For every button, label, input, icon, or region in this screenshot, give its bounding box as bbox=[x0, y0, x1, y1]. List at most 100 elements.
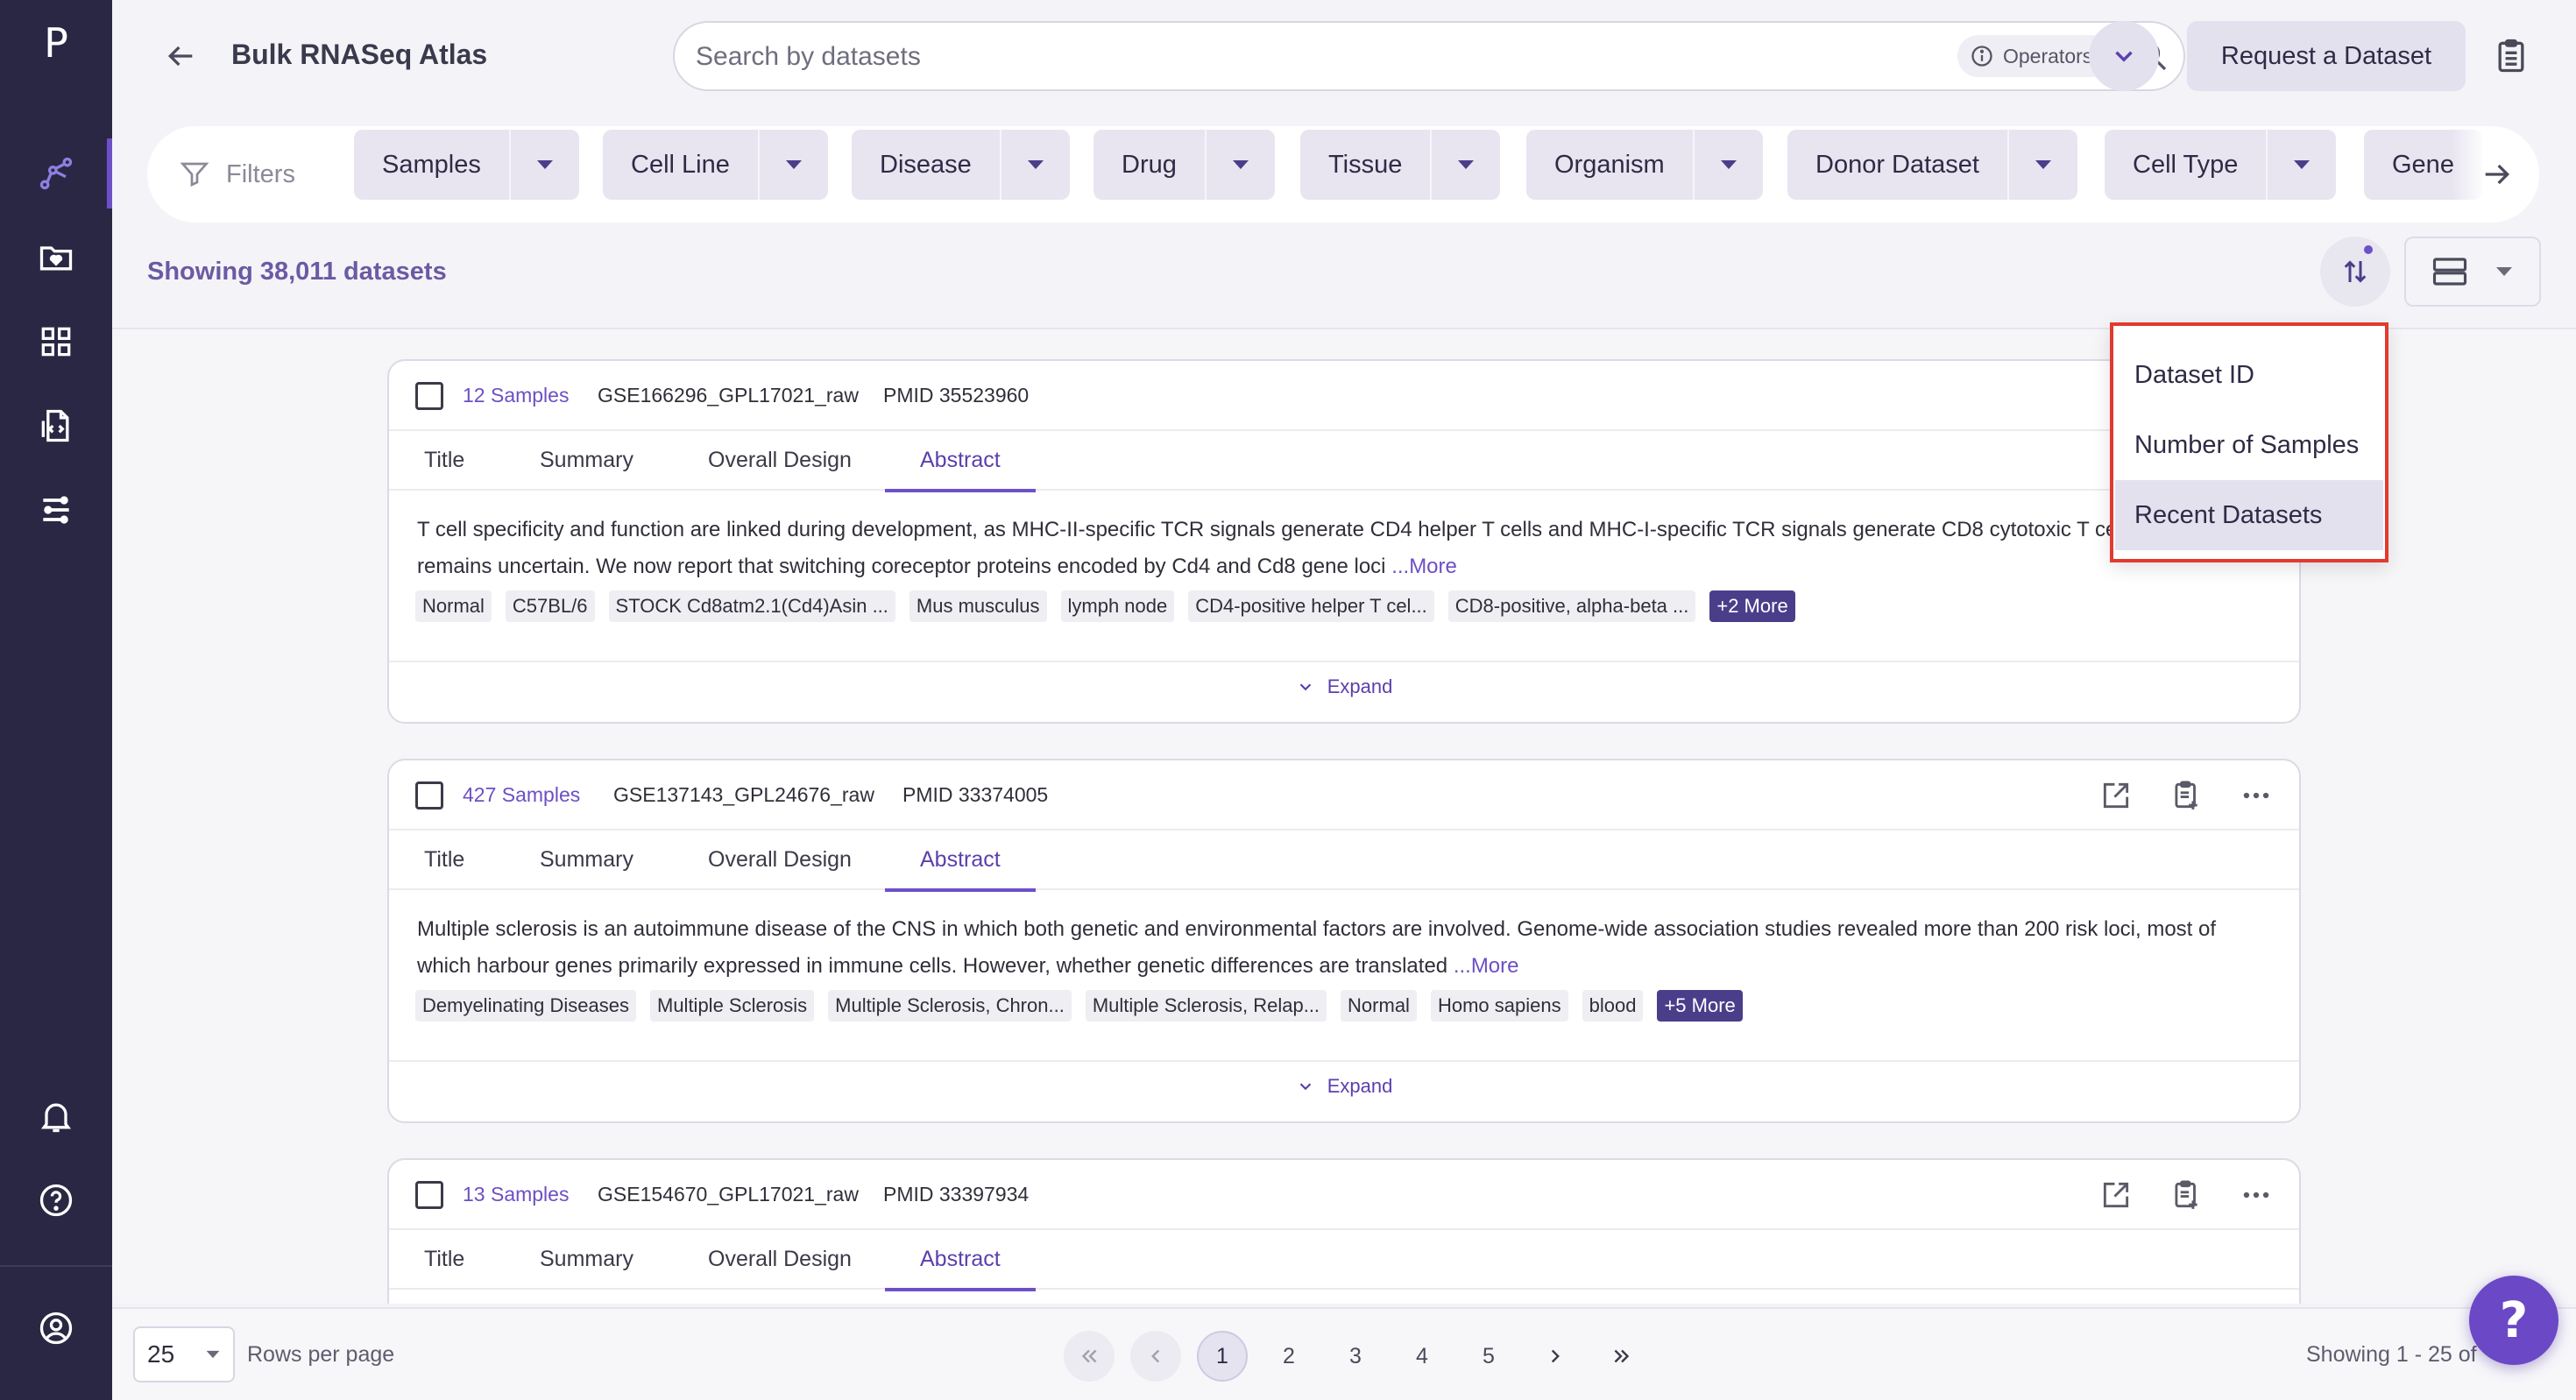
clipboard-add-icon bbox=[2175, 781, 2197, 810]
pmid: PMID 33397934 bbox=[883, 1183, 1030, 1206]
tab-title[interactable]: Title bbox=[424, 831, 464, 890]
tag[interactable]: blood bbox=[1582, 990, 1644, 1022]
tag[interactable]: Multiple Sclerosis, Chron... bbox=[828, 990, 1072, 1022]
showing-range: Showing 1 - 25 of bbox=[2306, 1342, 2477, 1367]
filter-chip-label: Samples bbox=[382, 150, 481, 179]
tab-overall-design[interactable]: Overall Design bbox=[708, 831, 852, 890]
help-floating-button[interactable]: ? bbox=[2469, 1276, 2558, 1365]
page-button-3[interactable]: 3 bbox=[1330, 1331, 1381, 1382]
operators-label: Operators bbox=[2003, 44, 2093, 67]
more-tags-badge[interactable]: +5 More bbox=[1657, 990, 1743, 1022]
open-external-button[interactable] bbox=[2094, 1173, 2138, 1217]
tag[interactable]: Mus musculus bbox=[909, 590, 1047, 622]
sidebar-item-help[interactable] bbox=[0, 1165, 112, 1235]
first-page-button[interactable] bbox=[1064, 1331, 1115, 1382]
clipboard-button[interactable] bbox=[2487, 32, 2536, 81]
tag[interactable]: Normal bbox=[415, 590, 492, 622]
app-logo[interactable]: P bbox=[0, 12, 112, 74]
more-tags-badge[interactable]: +2 More bbox=[1709, 590, 1795, 622]
tag[interactable]: lymph node bbox=[1060, 590, 1175, 622]
sidebar-item-notebooks[interactable] bbox=[0, 391, 112, 461]
tab-title[interactable]: Title bbox=[424, 1230, 464, 1290]
tab-summary[interactable]: Summary bbox=[540, 431, 633, 491]
sort-option-recent-datasets[interactable]: Recent Datasets bbox=[2115, 480, 2383, 550]
caret-down-icon bbox=[2007, 130, 2077, 200]
tag[interactable]: CD4-positive helper T cel... bbox=[1188, 590, 1434, 622]
open-external-button[interactable] bbox=[2094, 774, 2138, 817]
read-more-link[interactable]: ...More bbox=[1454, 954, 1519, 978]
filter-chip-label: Tissue bbox=[1328, 150, 1403, 179]
filters-label[interactable]: Filters bbox=[179, 126, 295, 223]
dataset-checkbox[interactable] bbox=[415, 382, 443, 410]
dataset-card-header: 13 Samples GSE154670_GPL17021_raw PMID 3… bbox=[389, 1160, 2299, 1230]
filter-chip-label: Drug bbox=[1122, 150, 1177, 179]
filter-chip-cell-line[interactable]: Cell Line bbox=[603, 130, 828, 200]
page-button-5[interactable]: 5 bbox=[1463, 1331, 1514, 1382]
back-button[interactable] bbox=[159, 35, 202, 77]
filter-scroll-right-button[interactable] bbox=[2452, 126, 2539, 223]
sidebar-item-apps[interactable] bbox=[0, 307, 112, 377]
expand-button[interactable]: Expand bbox=[389, 1060, 2299, 1111]
tab-abstract[interactable]: Abstract bbox=[885, 431, 1036, 492]
tag[interactable]: Multiple Sclerosis, Relap... bbox=[1085, 990, 1327, 1022]
read-more-link[interactable]: ...More bbox=[1391, 555, 1457, 578]
filter-chip-tissue[interactable]: Tissue bbox=[1300, 130, 1501, 200]
abstract-text: T cell specificity and function are link… bbox=[417, 518, 2268, 578]
tab-summary[interactable]: Summary bbox=[540, 1230, 633, 1290]
page-button-4[interactable]: 4 bbox=[1397, 1331, 1447, 1382]
arrow-right-icon bbox=[2485, 164, 2510, 185]
tag[interactable]: Multiple Sclerosis bbox=[650, 990, 815, 1022]
sidebar-item-atlas[interactable] bbox=[0, 138, 112, 209]
page-button-1[interactable]: 1 bbox=[1197, 1331, 1248, 1382]
view-mode-button[interactable] bbox=[2404, 237, 2541, 307]
sort-button[interactable] bbox=[2320, 237, 2390, 307]
sidebar-item-pipelines[interactable] bbox=[0, 475, 112, 545]
dataset-tags: Demyelinating Diseases Multiple Sclerosi… bbox=[389, 979, 2299, 1060]
tab-summary[interactable]: Summary bbox=[540, 831, 633, 890]
filter-funnel-icon bbox=[180, 162, 209, 187]
filter-chip-disease[interactable]: Disease bbox=[852, 130, 1070, 200]
sort-option-number-of-samples[interactable]: Number of Samples bbox=[2115, 410, 2383, 480]
dataset-tabs: Title Summary Overall Design Abstract bbox=[389, 1230, 2299, 1291]
filter-chip-drug[interactable]: Drug bbox=[1093, 130, 1275, 200]
more-options-button[interactable] bbox=[2234, 774, 2278, 817]
expand-button[interactable]: Expand bbox=[389, 661, 2299, 711]
tab-abstract[interactable]: Abstract bbox=[885, 1230, 1036, 1291]
more-options-button[interactable] bbox=[2234, 1173, 2278, 1217]
dataset-checkbox[interactable] bbox=[415, 781, 443, 810]
tag[interactable]: C57BL/6 bbox=[505, 590, 595, 622]
sort-option-dataset-id[interactable]: Dataset ID bbox=[2115, 340, 2383, 410]
samples-count-link[interactable]: 427 Samples bbox=[463, 783, 580, 807]
tag[interactable]: Demyelinating Diseases bbox=[415, 990, 636, 1022]
filter-chip-samples[interactable]: Samples bbox=[354, 130, 579, 200]
request-dataset-button[interactable]: Request a Dataset bbox=[2187, 21, 2466, 91]
sidebar-item-profile[interactable] bbox=[0, 1293, 112, 1363]
tag[interactable]: Homo sapiens bbox=[1430, 990, 1568, 1022]
filter-chip-cell-type[interactable]: Cell Type bbox=[2105, 130, 2337, 200]
filter-chip-organism[interactable]: Organism bbox=[1526, 130, 1763, 200]
rows-per-page-select[interactable]: 25 bbox=[133, 1326, 235, 1382]
rows-per-page-label: Rows per page bbox=[247, 1342, 395, 1367]
last-page-button[interactable] bbox=[1596, 1331, 1647, 1382]
tab-overall-design[interactable]: Overall Design bbox=[708, 1230, 852, 1290]
add-to-clipboard-button[interactable] bbox=[2164, 774, 2208, 817]
search-input[interactable] bbox=[696, 39, 1747, 75]
tag[interactable]: STOCK Cd8atm2.1(Cd4)Asin ... bbox=[608, 590, 895, 622]
sidebar-item-notifications[interactable] bbox=[0, 1081, 112, 1151]
samples-count-link[interactable]: 12 Samples bbox=[463, 384, 569, 407]
previous-page-button[interactable] bbox=[1130, 1331, 1181, 1382]
samples-count-link[interactable]: 13 Samples bbox=[463, 1183, 569, 1206]
tag[interactable]: Normal bbox=[1341, 990, 1417, 1022]
tag[interactable]: CD8-positive, alpha-beta ... bbox=[1447, 590, 1696, 622]
page-button-2[interactable]: 2 bbox=[1263, 1331, 1314, 1382]
search-options-dropdown[interactable] bbox=[2089, 21, 2159, 91]
caret-down-icon bbox=[2266, 130, 2336, 200]
filter-chip-donor-dataset[interactable]: Donor Dataset bbox=[1787, 130, 2077, 200]
tab-overall-design[interactable]: Overall Design bbox=[708, 431, 852, 491]
dataset-checkbox[interactable] bbox=[415, 1181, 443, 1209]
tab-abstract[interactable]: Abstract bbox=[885, 831, 1036, 892]
add-to-clipboard-button[interactable] bbox=[2164, 1173, 2208, 1217]
tab-title[interactable]: Title bbox=[424, 431, 464, 491]
next-page-button[interactable] bbox=[1530, 1331, 1581, 1382]
sidebar-item-workspaces[interactable] bbox=[0, 223, 112, 293]
